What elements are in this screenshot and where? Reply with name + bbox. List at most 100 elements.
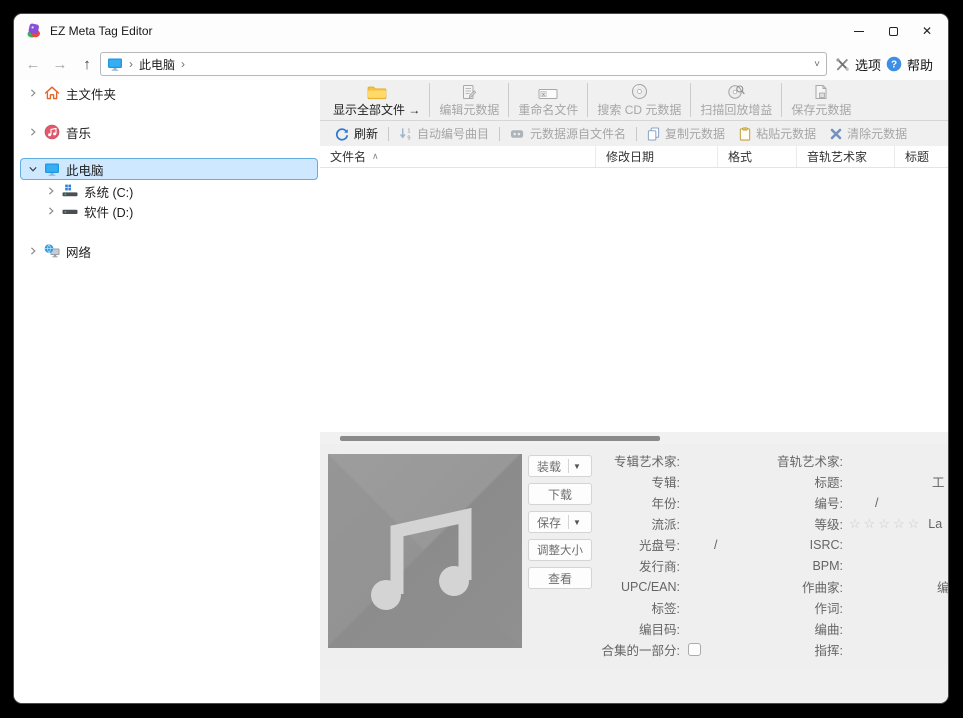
- auto-number-tracks-button[interactable]: 1 9 自动编号曲目: [392, 125, 496, 142]
- scrollbar-thumb[interactable]: [340, 436, 660, 441]
- forward-icon: →: [53, 56, 68, 73]
- file-list[interactable]: [320, 168, 948, 432]
- chevron-right-icon[interactable]: [28, 127, 38, 137]
- up-button[interactable]: ↑: [76, 53, 98, 75]
- back-icon: ←: [26, 56, 41, 73]
- options-button[interactable]: 选项: [835, 53, 881, 75]
- refresh-label: 刷新: [354, 125, 378, 142]
- clear-icon: [830, 128, 842, 140]
- column-header-filename[interactable]: 文件名 ∧: [320, 146, 596, 167]
- show-all-files-button[interactable]: 显示全部文件 →: [324, 80, 429, 120]
- toolbar-separator: [636, 127, 637, 141]
- chevron-right-icon[interactable]: [28, 88, 38, 98]
- field-part-of-compilation: 合集的一部分:: [556, 639, 701, 660]
- address-dropdown-icon[interactable]: ˅: [814, 59, 820, 70]
- rating-stars[interactable]: ☆☆☆☆☆: [849, 516, 922, 532]
- sidebar-item-label: 系统 (C:): [84, 182, 133, 201]
- home-icon: [44, 85, 60, 101]
- chevron-right-icon[interactable]: [46, 206, 56, 216]
- music-icon: [44, 124, 60, 140]
- field-conductor: 指挥:: [719, 639, 843, 660]
- horizontal-scrollbar[interactable]: [320, 432, 948, 444]
- close-button[interactable]: ✕: [910, 14, 944, 48]
- metadata-panel: 装载 ▼ 下载 保存 ▼ 调整大小 查看 专辑艺术家: 专辑: 年份: 流派:: [320, 444, 948, 668]
- column-header-modified-date[interactable]: 修改日期: [596, 146, 718, 167]
- edit-metadata-label: 编辑元数据: [439, 101, 499, 118]
- content-pane: 显示全部文件 → 编辑元数据: [320, 80, 948, 703]
- app-logo-icon: [26, 23, 42, 39]
- sidebar-item-label: 此电脑: [66, 160, 104, 179]
- sidebar-item-drive-c[interactable]: 系统 (C:): [14, 180, 320, 202]
- app-window: EZ Meta Tag Editor ✕ ← → ↑ › 此电脑 › ˅: [14, 14, 948, 703]
- field-label: 标签:: [556, 597, 680, 618]
- copy-metadata-label: 复制元数据: [665, 125, 725, 142]
- minimize-icon: [854, 31, 864, 32]
- title-bar: EZ Meta Tag Editor ✕: [14, 14, 948, 48]
- album-art-placeholder[interactable]: [328, 454, 522, 648]
- scan-replaygain-button[interactable]: 扫描回放增益: [691, 80, 781, 120]
- field-arranger: 编曲:: [719, 618, 843, 639]
- sidebar-item-label: 音乐: [66, 123, 91, 142]
- metadata-from-filename-button[interactable]: 元数据源自文件名: [503, 125, 633, 142]
- field-composer: 作曲家:: [719, 576, 843, 597]
- disc-number-separator: /: [714, 538, 717, 552]
- field-track-artist: 音轨艺术家:: [719, 450, 843, 471]
- up-icon: ↑: [83, 56, 91, 73]
- clear-metadata-button[interactable]: 清除元数据: [823, 125, 914, 142]
- field-lyricist: 作词:: [719, 597, 843, 618]
- address-bar[interactable]: › 此电脑 › ˅: [100, 52, 827, 76]
- column-header-track-artist[interactable]: 音轨艺术家: [797, 146, 895, 167]
- rename-file-label: 重命名文件: [518, 101, 578, 118]
- replaygain-icon: [727, 83, 745, 100]
- metadata-toolbar: 刷新 1 9 自动编号曲目 元数据源自文件名: [320, 121, 948, 146]
- field-genre: 流派:: [556, 513, 680, 534]
- options-label: 选项: [855, 55, 881, 74]
- chevron-down-icon[interactable]: [28, 164, 38, 174]
- search-cd-metadata-button[interactable]: 搜索 CD 元数据: [588, 80, 690, 120]
- back-button[interactable]: ←: [22, 53, 44, 75]
- close-icon: ✕: [922, 24, 932, 38]
- field-year: 年份:: [556, 492, 680, 513]
- chevron-right-icon[interactable]: [28, 246, 38, 256]
- field-disc-number: 光盘号:/: [556, 534, 717, 555]
- breadcrumb-this-pc[interactable]: 此电脑: [139, 56, 175, 73]
- compilation-checkbox[interactable]: [688, 643, 701, 656]
- sidebar-item-network[interactable]: 网络: [14, 240, 320, 262]
- save-doc-icon: [814, 83, 828, 100]
- this-pc-icon: [107, 56, 123, 72]
- help-icon: ?: [886, 56, 902, 72]
- forward-button[interactable]: →: [49, 53, 71, 75]
- refresh-button[interactable]: 刷新: [328, 125, 385, 142]
- breadcrumb-chevron-icon: ›: [181, 57, 185, 71]
- save-metadata-button[interactable]: 保存元数据: [782, 80, 860, 120]
- tools-icon: [835, 57, 850, 72]
- paste-metadata-button[interactable]: 粘贴元数据: [732, 125, 823, 142]
- column-header-format[interactable]: 格式: [718, 146, 797, 167]
- file-list-header: 文件名 ∧ 修改日期 格式 音轨艺术家 标题: [320, 146, 948, 168]
- sidebar-item-home[interactable]: 主文件夹: [14, 82, 320, 104]
- copy-metadata-button[interactable]: 复制元数据: [640, 125, 732, 142]
- this-pc-icon: [44, 161, 60, 177]
- sidebar-item-this-pc[interactable]: 此电脑: [14, 158, 320, 180]
- maximize-button[interactable]: [876, 14, 910, 48]
- chevron-right-icon[interactable]: [46, 186, 56, 196]
- clear-metadata-label: 清除元数据: [847, 125, 907, 142]
- rename-file-button[interactable]: x 重命名文件: [509, 80, 587, 120]
- sidebar-item-drive-d[interactable]: 软件 (D:): [14, 200, 320, 222]
- sidebar-item-music[interactable]: 音乐: [14, 121, 320, 143]
- rating-suffix-clipped: La: [928, 517, 942, 531]
- network-icon: [44, 243, 60, 259]
- column-header-title[interactable]: 标题: [895, 146, 948, 167]
- rename-field-icon: x: [538, 83, 558, 100]
- help-button[interactable]: ? 帮助: [886, 53, 933, 75]
- minimize-button[interactable]: [842, 14, 876, 48]
- edit-doc-icon: [461, 83, 477, 100]
- metadata-from-filename-label: 元数据源自文件名: [530, 125, 626, 142]
- paste-icon: [739, 127, 751, 141]
- window-title: EZ Meta Tag Editor: [50, 24, 153, 38]
- cd-icon: [631, 83, 648, 100]
- edit-metadata-button[interactable]: 编辑元数据: [430, 80, 508, 120]
- folder-tree-sidebar: 主文件夹 音乐 此电脑: [14, 80, 320, 703]
- field-album-artist: 专辑艺术家:: [556, 450, 680, 471]
- folder-icon: [367, 83, 387, 100]
